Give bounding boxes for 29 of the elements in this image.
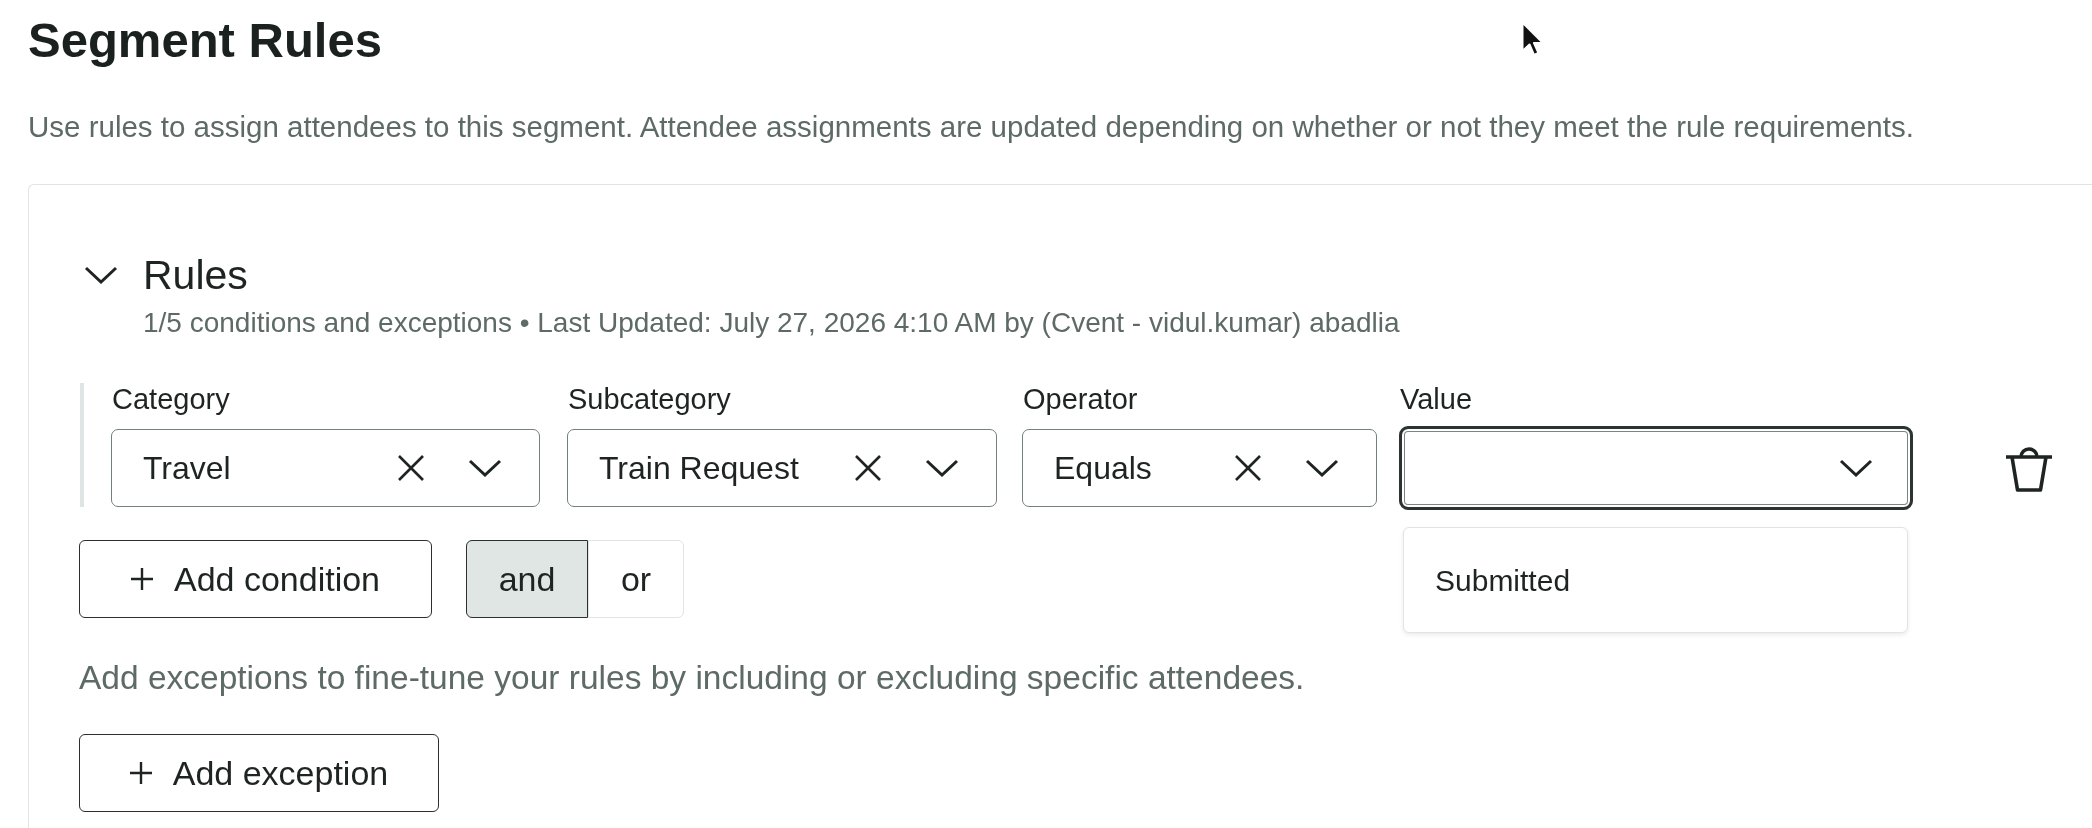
rules-summary: 1/5 conditions and exceptions • Last Updated: July 27, 2026 4:10 AM by (Cvent - vidul.kumar) abadlia	[143, 306, 1400, 340]
logic-toggle-option[interactable]: or	[588, 540, 684, 618]
page-description: Use rules to assign attendees to this segment. Attendee assignments are updated depending on whether or not they meet the rule requirements.	[28, 109, 1914, 145]
dropdown-field[interactable]	[1399, 426, 1913, 510]
page-title: Segment Rules	[28, 12, 382, 68]
rules-title: Rules	[143, 251, 248, 299]
field-label: Category	[112, 383, 230, 415]
field-label: Value	[1400, 383, 1473, 415]
clear-icon[interactable]	[854, 454, 882, 482]
plus-icon	[129, 762, 152, 784]
chevron-down-icon[interactable]	[1305, 459, 1339, 477]
add-exception-button[interactable]: Add exception	[79, 734, 439, 812]
trash-icon[interactable]	[2005, 444, 2053, 492]
plus-icon	[130, 568, 153, 590]
dropdown-field[interactable]: Travel	[111, 429, 540, 507]
chevron-down-icon[interactable]	[925, 459, 959, 477]
dropdown-field[interactable]: Train Request	[567, 429, 997, 507]
dropdown-option[interactable]: Submitted	[1404, 530, 1907, 630]
chevron-down-icon[interactable]	[468, 459, 502, 477]
exceptions-hint: Add exceptions to fine-tune your rules by including or excluding specific attendees.	[79, 658, 1305, 698]
logic-toggle-option[interactable]: and	[466, 540, 588, 618]
add-condition-button[interactable]: Add condition	[79, 540, 432, 618]
field-label: Subcategory	[568, 383, 731, 415]
clear-icon[interactable]	[1234, 454, 1262, 482]
field-label: Operator	[1023, 383, 1138, 415]
chevron-down-icon[interactable]	[84, 266, 118, 284]
clear-icon[interactable]	[397, 454, 425, 482]
chevron-down-icon[interactable]	[1839, 459, 1873, 477]
dropdown-field[interactable]: Equals	[1022, 429, 1377, 507]
